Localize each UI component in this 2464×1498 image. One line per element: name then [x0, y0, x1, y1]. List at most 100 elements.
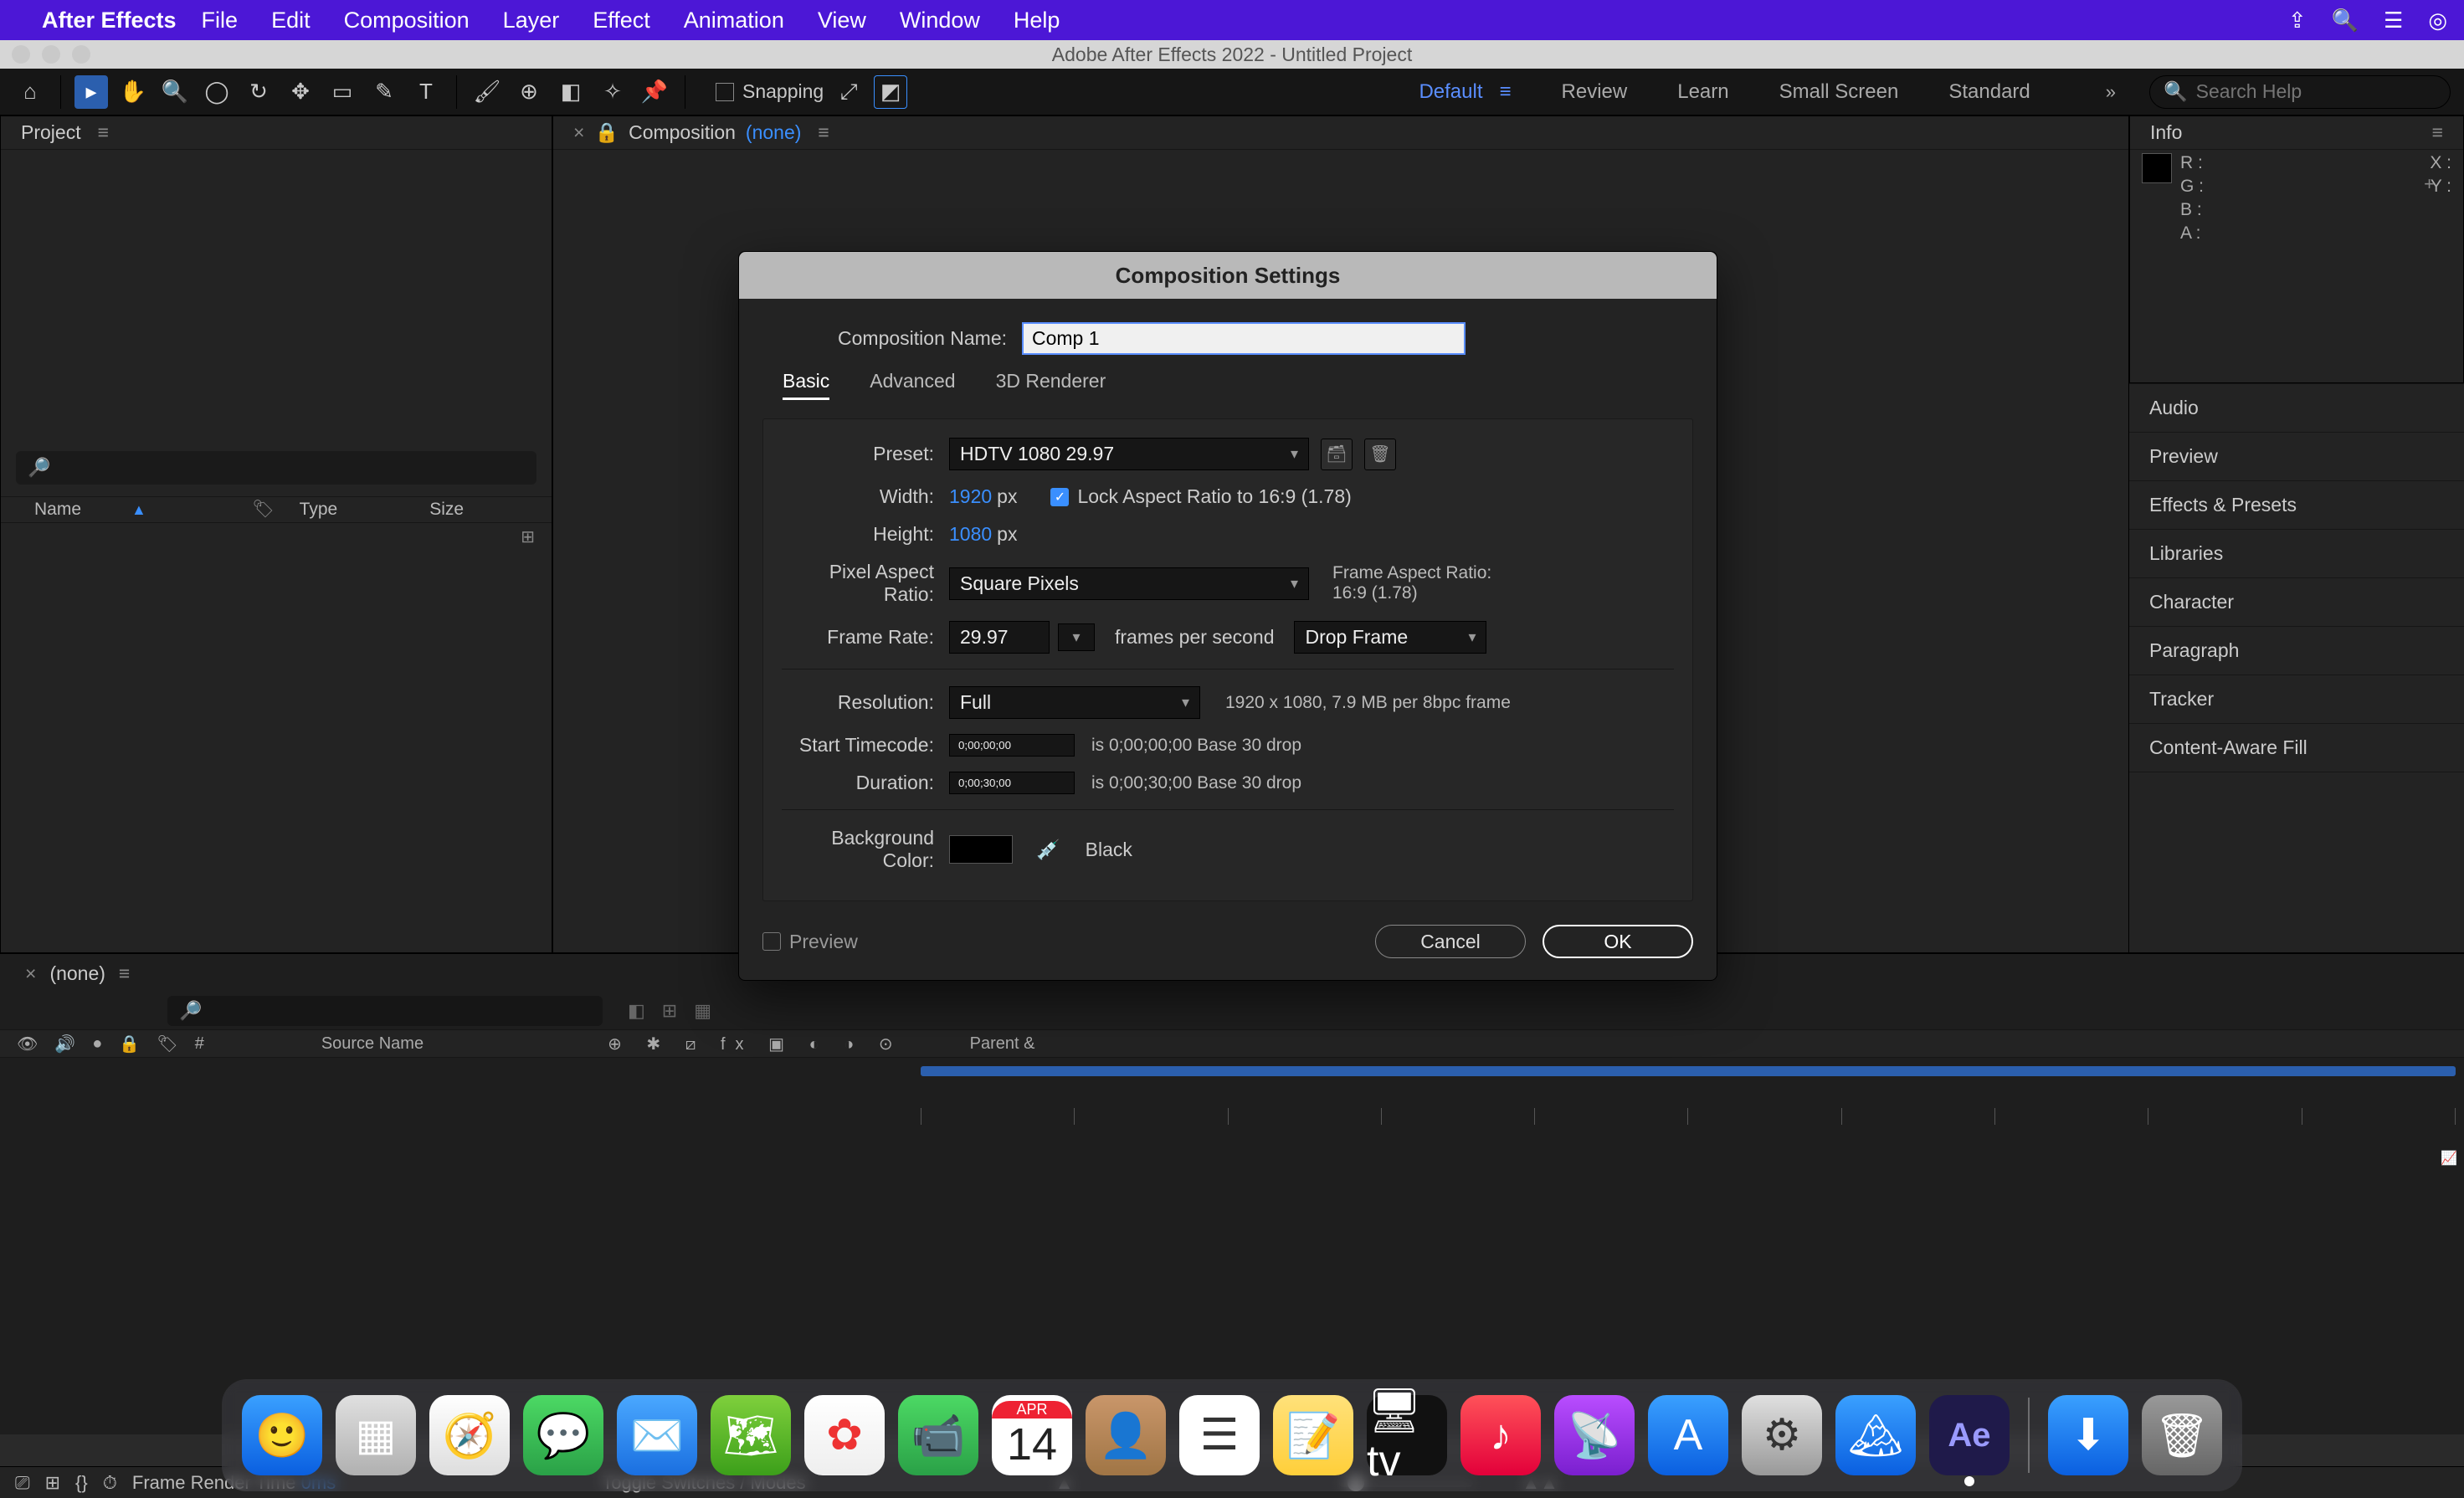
zoom-tool-icon[interactable]: 🔍 [158, 75, 192, 109]
dock-podcasts-icon[interactable]: 📡 [1554, 1395, 1635, 1475]
dock-preview-icon[interactable]: 🏔 [1835, 1395, 1916, 1475]
pen-tool-icon[interactable]: ✎ [367, 75, 401, 109]
source-name-col[interactable]: Source Name [321, 1034, 424, 1054]
start-timecode-input[interactable] [949, 734, 1075, 757]
dock-calendar-icon[interactable]: APR 14 [992, 1395, 1072, 1475]
close-icon[interactable]: × [573, 121, 584, 144]
dock-safari-icon[interactable]: 🧭 [429, 1395, 510, 1475]
snapping-checkbox[interactable] [716, 83, 734, 101]
search-help-box[interactable]: 🔍 [2149, 75, 2451, 109]
menu-effect[interactable]: Effect [593, 8, 650, 33]
timeline-work-area-bar[interactable] [921, 1066, 2456, 1076]
status-icon1[interactable]: ⎚ [15, 1472, 30, 1494]
timeline-filter1-icon[interactable]: ◧ [628, 1000, 645, 1022]
menubar-control-center-icon[interactable]: ☰ [2384, 8, 2403, 33]
height-value[interactable]: 1080 [949, 523, 992, 546]
menu-composition[interactable]: Composition [344, 8, 470, 33]
dock-messages-icon[interactable]: 💬 [523, 1395, 603, 1475]
lock-icon[interactable]: 🔒 [119, 1034, 140, 1054]
resolution-select[interactable]: Full ▾ [949, 686, 1200, 719]
type-tool-icon[interactable]: T [409, 75, 443, 109]
status-icon3[interactable]: {} [75, 1472, 88, 1494]
dock-aftereffects-icon[interactable]: Ae [1929, 1395, 2010, 1475]
preview-checkbox[interactable] [762, 932, 781, 951]
project-panel-menu-icon[interactable]: ≡ [98, 121, 109, 144]
dock-mail-icon[interactable]: ✉️ [617, 1395, 697, 1475]
menu-help[interactable]: Help [1014, 8, 1060, 33]
num-col[interactable]: # [195, 1034, 204, 1054]
project-search[interactable]: 🔎 [16, 451, 536, 485]
par-select[interactable]: Square Pixels ▾ [949, 567, 1309, 600]
traffic-minimize-icon[interactable] [42, 45, 60, 64]
search-help-input[interactable] [2196, 80, 2436, 103]
project-panel-tab[interactable]: Project ≡ [1, 116, 552, 150]
tab-advanced[interactable]: Advanced [870, 370, 955, 400]
traffic-zoom-icon[interactable] [72, 45, 90, 64]
side-character[interactable]: Character [2129, 577, 2464, 626]
timeline-close-icon[interactable]: × [25, 962, 36, 985]
framerate-chevron[interactable]: ▾ [1058, 623, 1095, 651]
side-effects-presets[interactable]: Effects & Presets [2129, 480, 2464, 529]
workspace-standard[interactable]: Standard [1948, 80, 2030, 104]
status-icon2[interactable]: ⊞ [45, 1472, 60, 1494]
eyedropper-icon[interactable]: 💉 [1036, 839, 1060, 861]
side-preview[interactable]: Preview [2129, 432, 2464, 480]
menu-edit[interactable]: Edit [271, 8, 311, 33]
preset-select[interactable]: HDTV 1080 29.97 ▾ [949, 438, 1309, 470]
timeline-tab-label[interactable]: (none) [49, 962, 105, 985]
dock-settings-icon[interactable]: ⚙ [1742, 1395, 1822, 1475]
bg-color-swatch[interactable] [949, 835, 1013, 864]
eye-icon[interactable]: 👁 [17, 1034, 38, 1054]
flowchart-icon[interactable]: ⊞ [521, 526, 535, 547]
roto-tool-icon[interactable]: ✧ [596, 75, 629, 109]
col-type[interactable]: Type [300, 500, 338, 520]
snap-opt2-icon[interactable]: ◩ [874, 75, 907, 109]
tab-basic[interactable]: Basic [783, 370, 829, 400]
col-name[interactable]: Name [34, 500, 81, 520]
orbit-tool-icon[interactable]: ◯ [200, 75, 234, 109]
label-icon[interactable]: 🏷 [157, 1034, 177, 1054]
timeline-filter2-icon[interactable]: ⊞ [662, 1000, 677, 1022]
menubar-search-icon[interactable]: 🔍 [2332, 8, 2359, 33]
dock-reminders-icon[interactable]: ☰ [1179, 1395, 1260, 1475]
workspace-small-screen[interactable]: Small Screen [1779, 80, 1899, 104]
cancel-button[interactable]: Cancel [1375, 925, 1526, 958]
puppet-tool-icon[interactable]: 📌 [638, 75, 671, 109]
workspace-learn[interactable]: Learn [1677, 80, 1728, 104]
workspace-overflow-icon[interactable]: » [2106, 81, 2116, 103]
snap-opt1-icon[interactable]: ⤢ [832, 75, 865, 109]
menubar-app-name[interactable]: After Effects [42, 8, 177, 33]
menu-layer[interactable]: Layer [503, 8, 560, 33]
switches-cols[interactable]: ⊕ ✱ ⧄ fx ▣ ◐ ◑ ⊙ [608, 1034, 903, 1054]
dock-photos-icon[interactable]: ✿ [804, 1395, 885, 1475]
menu-file[interactable]: File [202, 8, 239, 33]
dock-maps-icon[interactable]: 🗺 [711, 1395, 791, 1475]
menubar-share-icon[interactable]: ⇪ [2288, 8, 2307, 33]
menu-view[interactable]: View [818, 8, 866, 33]
traffic-close-icon[interactable] [12, 45, 30, 64]
hand-tool-icon[interactable]: ✋ [116, 75, 150, 109]
dock-appstore-icon[interactable]: A [1648, 1395, 1728, 1475]
col-label-icon[interactable]: 🏷 [252, 500, 275, 520]
workspace-default[interactable]: Default [1419, 80, 1482, 104]
delete-preset-icon[interactable]: 🗑 [1364, 439, 1396, 470]
timeline-tab-menu-icon[interactable]: ≡ [119, 962, 130, 985]
info-panel-tab[interactable]: Info ≡ [2130, 116, 2463, 150]
comp-panel-menu-icon[interactable]: ≡ [818, 121, 829, 144]
parent-col[interactable]: Parent & [970, 1034, 1035, 1054]
width-value[interactable]: 1920 [949, 485, 992, 508]
info-panel-menu-icon[interactable]: ≡ [2432, 121, 2443, 144]
dock-downloads-icon[interactable]: ⬇ [2048, 1395, 2128, 1475]
panbehind-tool-icon[interactable]: ✥ [284, 75, 317, 109]
dock-trash-icon[interactable]: 🗑 [2142, 1395, 2222, 1475]
rect-tool-icon[interactable]: ▭ [326, 75, 359, 109]
audio-icon[interactable]: 🔊 [54, 1034, 75, 1054]
sort-arrow-icon[interactable]: ▲ [131, 501, 146, 519]
composition-panel-tab[interactable]: × 🔒 Composition (none) ≡ [553, 116, 2128, 150]
rotate-tool-icon[interactable]: ↻ [242, 75, 275, 109]
timeline-search[interactable]: 🔎 [167, 996, 603, 1026]
duration-input[interactable] [949, 772, 1075, 794]
tab-3d-renderer[interactable]: 3D Renderer [996, 370, 1106, 400]
comp-name-input[interactable] [1022, 322, 1466, 355]
save-preset-icon[interactable]: 🗃 [1321, 439, 1353, 470]
